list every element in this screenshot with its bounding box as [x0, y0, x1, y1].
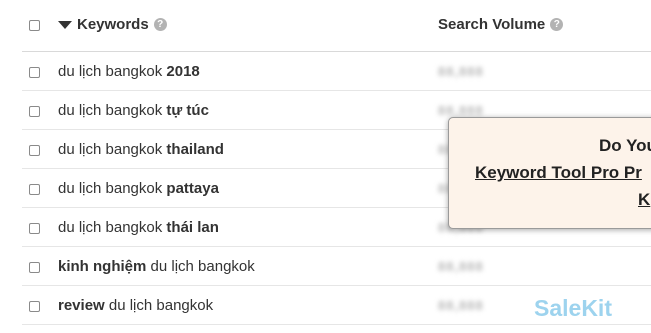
caret-down-icon[interactable] [58, 21, 72, 29]
keyword-bold-part: 2018 [166, 63, 200, 80]
keyword-plain-part: du lịch bangkok [104, 297, 214, 314]
keyword-bold-part: thailand [166, 141, 224, 158]
row-checkbox[interactable] [29, 301, 40, 312]
popup-link[interactable]: Keyword Tool Pro Pr [475, 163, 642, 183]
keywords-header-label: Keywords [77, 16, 149, 33]
keyword-cell[interactable]: du lịch bangkok 2018 [58, 63, 200, 80]
keyword-bold-part: review [58, 297, 105, 314]
keyword-cell[interactable]: du lịch bangkok thailand [58, 141, 224, 158]
row-checkbox[interactable] [29, 67, 40, 78]
keyword-plain-part: du lịch bangkok [58, 180, 167, 197]
keyword-plain-part: du lịch bangkok [58, 63, 167, 80]
search-volume-cell: 88,888 [438, 259, 484, 274]
keywords-column-header[interactable]: Keywords ? [58, 16, 167, 33]
upgrade-popup[interactable]: Do You Keyword Tool Pro Pr K [448, 117, 651, 229]
search-volume-column-header[interactable]: Search Volume ? [438, 16, 564, 33]
row-checkbox[interactable] [29, 223, 40, 234]
question-circle-icon[interactable]: ? [153, 18, 167, 31]
popup-heading: Do You [599, 136, 651, 155]
keyword-plain-part: du lịch bangkok [58, 102, 167, 119]
search-volume-cell: 88,888 [438, 64, 484, 79]
keyword-cell[interactable]: du lịch bangkok tự túc [58, 102, 209, 119]
keyword-plain-part: du lịch bangkok [58, 219, 167, 236]
table-header: Keywords ? Search Volume ? [22, 0, 651, 52]
keyword-cell[interactable]: kinh nghiệm du lịch bangkok [58, 258, 255, 275]
keyword-cell[interactable]: du lịch bangkok thái lan [58, 219, 219, 236]
row-checkbox[interactable] [29, 145, 40, 156]
keyword-cell[interactable]: review du lịch bangkok [58, 297, 213, 314]
row-checkbox[interactable] [29, 184, 40, 195]
search-volume-cell: 88,888 [438, 103, 484, 118]
keyword-bold-part: pattaya [166, 180, 219, 197]
keyword-bold-part: kinh nghiệm [58, 258, 147, 275]
table-row: kinh nghiệm du lịch bangkok 88,888 [22, 247, 651, 286]
keyword-bold-part: thái lan [166, 219, 219, 236]
row-checkbox[interactable] [29, 262, 40, 273]
keyword-bold-part: tự túc [166, 102, 209, 119]
keyword-plain-part: du lịch bangkok [58, 141, 167, 158]
keyword-plain-part: du lịch bangkok [146, 258, 255, 275]
watermark-text: SaleKit [534, 295, 612, 321]
select-all-checkbox[interactable] [29, 20, 40, 31]
keyword-cell[interactable]: du lịch bangkok pattaya [58, 180, 219, 197]
question-circle-icon[interactable]: ? [550, 18, 564, 31]
table-row: du lịch bangkok 2018 88,888 [22, 52, 651, 91]
search-volume-header-label: Search Volume [438, 16, 546, 33]
popup-link-continued[interactable]: K [638, 190, 650, 210]
row-checkbox[interactable] [29, 106, 40, 117]
salekit-watermark: SaleKit [534, 295, 612, 322]
search-volume-cell: 88,888 [438, 298, 484, 313]
